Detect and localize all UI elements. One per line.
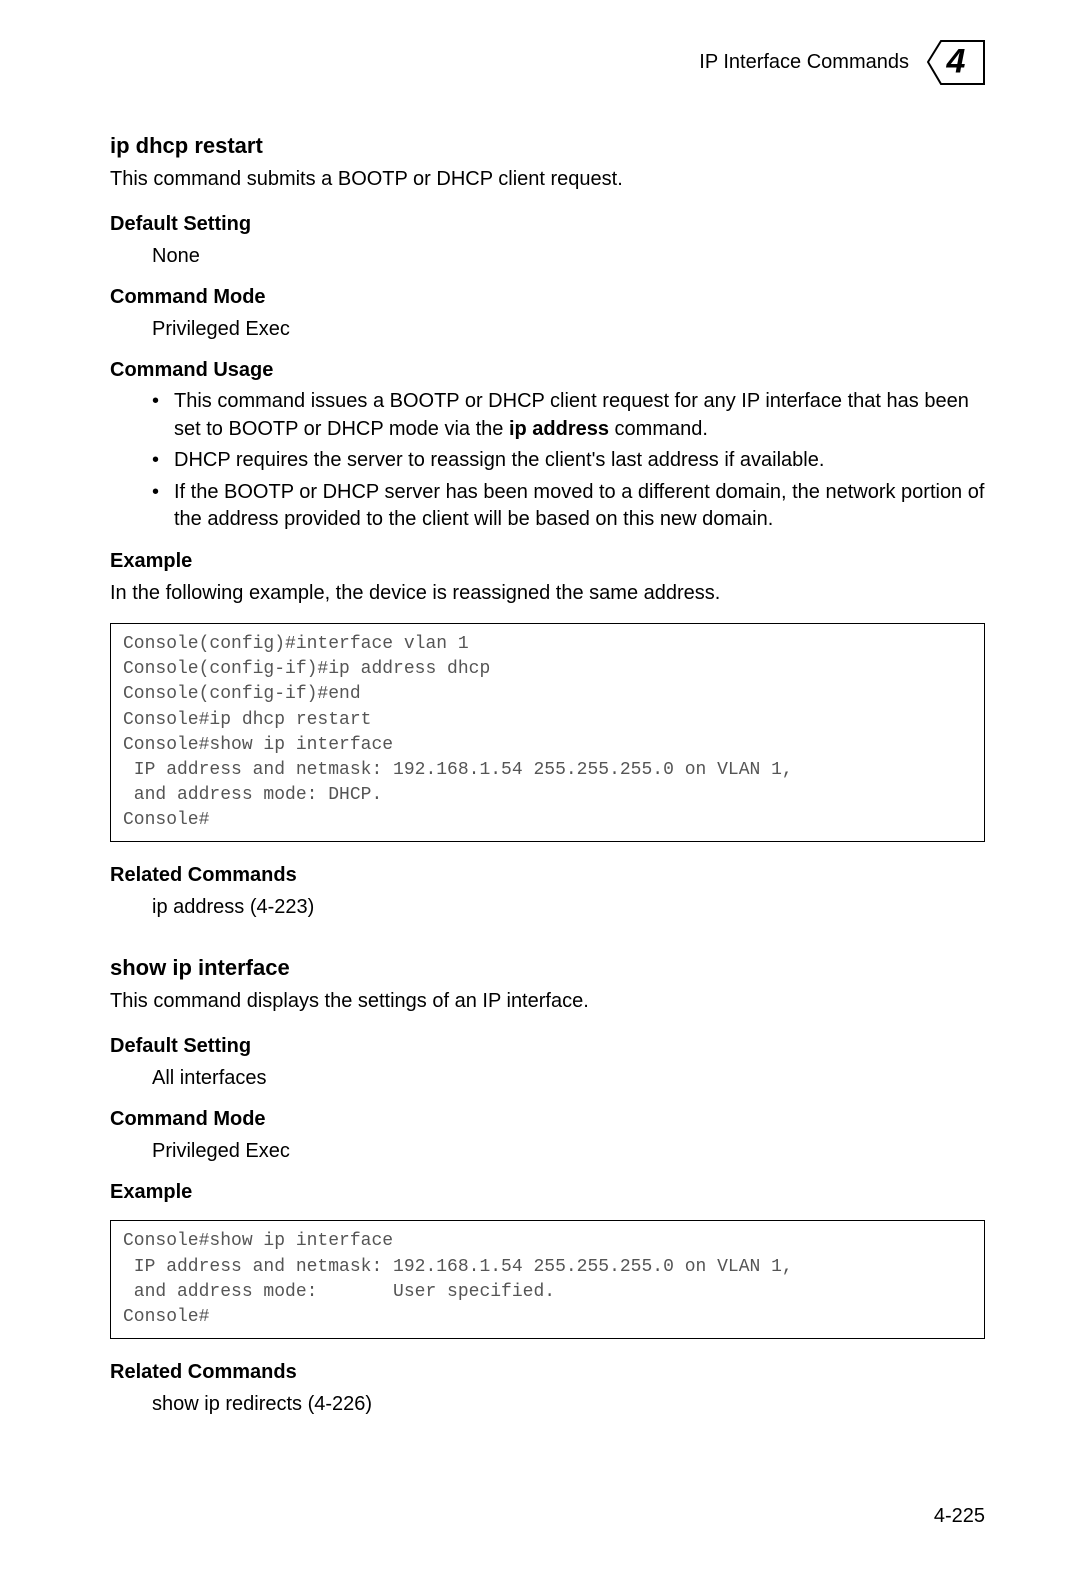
section-description: This command displays the settings of an… [110, 987, 985, 1015]
default-setting-block: Default Setting None [110, 213, 985, 270]
command-mode-block: Command Mode Privileged Exec [110, 286, 985, 343]
usage-text-pre: If the BOOTP or DHCP server has been mov… [174, 481, 984, 531]
related-commands-value: show ip redirects (4-226) [152, 1390, 985, 1418]
related-commands-block: Related Commands ip address (4-223) [110, 864, 985, 921]
page-number: 4-225 [934, 1505, 985, 1528]
example-label: Example [110, 1181, 985, 1204]
default-setting-value: None [152, 242, 985, 270]
command-usage-label: Command Usage [110, 359, 985, 382]
code-block: Console(config)#interface vlan 1 Console… [110, 623, 985, 843]
usage-list: This command issues a BOOTP or DHCP clie… [152, 388, 985, 534]
example-intro: In the following example, the device is … [110, 579, 985, 607]
related-commands-value: ip address (4-223) [152, 893, 985, 921]
command-mode-label: Command Mode [110, 1108, 985, 1131]
usage-text-bold: ip address [509, 418, 609, 440]
chapter-number: 4 [947, 42, 966, 81]
related-commands-label: Related Commands [110, 1361, 985, 1384]
header-title: IP Interface Commands [699, 51, 909, 74]
command-mode-value: Privileged Exec [152, 315, 985, 343]
command-usage-block: Command Usage This command issues a BOOT… [110, 359, 985, 534]
related-commands-block: Related Commands show ip redirects (4-22… [110, 1361, 985, 1418]
related-commands-label: Related Commands [110, 864, 985, 887]
code-block: Console#show ip interface IP address and… [110, 1220, 985, 1339]
example-block: Example [110, 1181, 985, 1204]
command-mode-value: Privileged Exec [152, 1137, 985, 1165]
command-mode-label: Command Mode [110, 286, 985, 309]
page-header: IP Interface Commands 4 [110, 40, 985, 85]
chapter-badge: 4 [927, 40, 985, 85]
section-description: This command submits a BOOTP or DHCP cli… [110, 165, 985, 193]
default-setting-block: Default Setting All interfaces [110, 1035, 985, 1092]
default-setting-label: Default Setting [110, 213, 985, 236]
example-block: Example In the following example, the de… [110, 550, 985, 607]
section-ip-dhcp-restart: ip dhcp restart This command submits a B… [110, 133, 985, 921]
section-show-ip-interface: show ip interface This command displays … [110, 955, 985, 1418]
default-setting-value: All interfaces [152, 1064, 985, 1092]
usage-text-post: command. [609, 418, 708, 440]
default-setting-label: Default Setting [110, 1035, 985, 1058]
usage-item: This command issues a BOOTP or DHCP clie… [152, 388, 985, 443]
example-label: Example [110, 550, 985, 573]
section-title: ip dhcp restart [110, 133, 985, 159]
usage-item: DHCP requires the server to reassign the… [152, 447, 985, 475]
usage-item: If the BOOTP or DHCP server has been mov… [152, 479, 985, 534]
usage-text-pre: DHCP requires the server to reassign the… [174, 449, 824, 471]
command-mode-block: Command Mode Privileged Exec [110, 1108, 985, 1165]
section-title: show ip interface [110, 955, 985, 981]
